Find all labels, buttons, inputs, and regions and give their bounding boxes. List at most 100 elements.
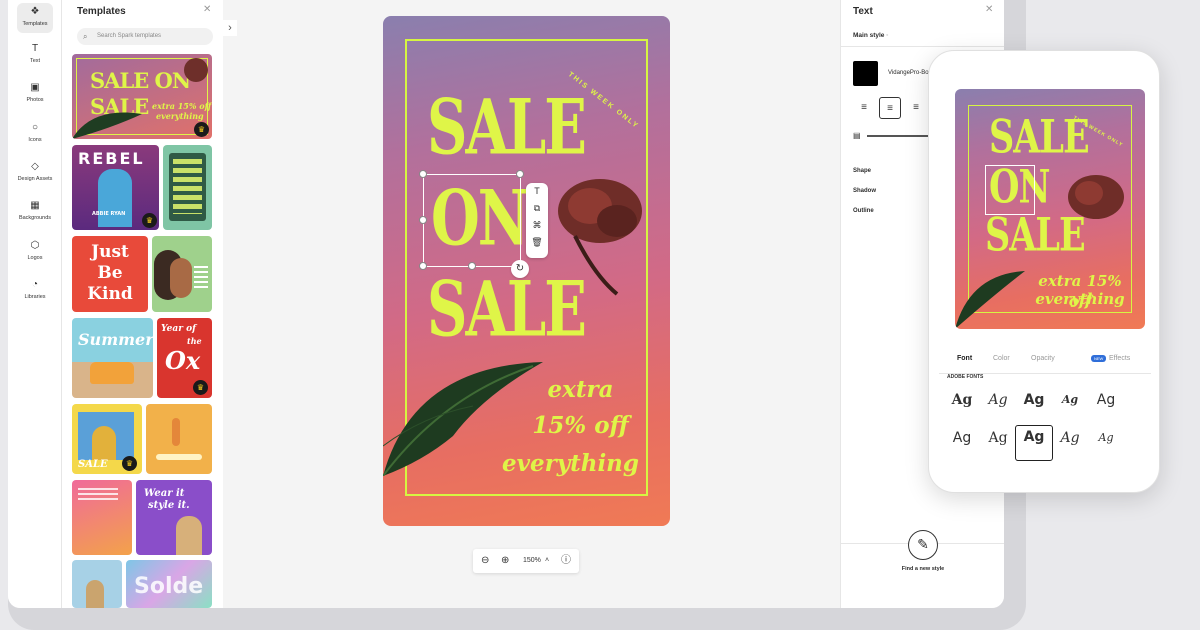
magic-wand-icon[interactable]: ✎	[908, 530, 938, 560]
left-rail: ❖ Templates T Text ▣ Photos ○ Icons ◇ De…	[8, 0, 62, 608]
template-tile-photo[interactable]	[72, 560, 122, 608]
font-option[interactable]: Ag	[1087, 389, 1125, 425]
search-input[interactable]: ⌕ Search Spark templates	[77, 28, 213, 45]
tile-title: Summer	[78, 330, 153, 349]
tab-font[interactable]: Font	[957, 355, 972, 362]
close-icon[interactable]: ✕	[203, 4, 211, 15]
font-name[interactable]: VidangePro-Bold	[888, 70, 933, 76]
template-tile-sale-yellow[interactable]: SALE ♛	[72, 404, 142, 474]
rail-item-label: Photos	[26, 97, 44, 103]
font-option[interactable]: Ag	[1051, 427, 1089, 463]
rail-item-label: Libraries	[24, 294, 46, 300]
font-option[interactable]: Ag	[979, 427, 1017, 463]
align-center-icon[interactable]: ≡	[879, 97, 901, 119]
duplicate-icon[interactable]: ⧉	[526, 200, 548, 217]
chevron-up-icon[interactable]: ˄	[545, 549, 549, 573]
design-poster[interactable]: THIS WEEK ONLY SALE ON SALE extra 15% of…	[383, 16, 670, 526]
tile-text-lines	[194, 266, 208, 288]
rail-item-text[interactable]: T Text	[8, 43, 62, 64]
subtext-line-2: everything	[1035, 290, 1125, 308]
template-tile-solde[interactable]: Solde	[126, 560, 212, 608]
rail-item-label: Templates	[22, 21, 48, 27]
template-tile-green[interactable]	[163, 145, 212, 230]
rail-item-photos[interactable]: ▣ Photos	[8, 82, 62, 103]
template-tile-just-be-kind[interactable]: Just Be Kind	[72, 236, 148, 312]
template-tile-summer[interactable]: Summer	[72, 318, 153, 398]
text-edit-icon[interactable]: T	[526, 183, 548, 200]
tile-artwork	[172, 418, 180, 446]
font-option[interactable]: Ag	[1015, 389, 1053, 425]
rotate-icon[interactable]: ↻	[511, 260, 529, 278]
leaf-illustration	[955, 271, 1025, 329]
tile-title: the	[187, 336, 202, 346]
subtext-line-2[interactable]: 15% off	[493, 408, 668, 444]
font-option[interactable]: Ag	[943, 427, 981, 463]
tile-name: ABBIE RYAN	[92, 211, 126, 217]
adobe-fonts-label: ADOBE FONTS	[947, 374, 984, 380]
font-option[interactable]: Ag	[943, 389, 981, 425]
resize-handle[interactable]	[419, 262, 427, 270]
van-illustration	[90, 362, 134, 384]
rail-item-templates[interactable]: ❖ Templates	[8, 3, 62, 33]
template-tile-gradient[interactable]	[72, 480, 132, 555]
rail-item-backgrounds[interactable]: ▦ Backgrounds	[8, 200, 62, 221]
rail-item-libraries[interactable]: ◔ Libraries	[8, 279, 62, 300]
phone-tabs: Font Color Opacity NEW Effects	[945, 351, 1145, 373]
template-tile-wear-it[interactable]: Wear it style it.	[136, 480, 212, 555]
font-option[interactable]: Ag	[979, 389, 1017, 425]
close-icon[interactable]: ✕	[985, 4, 993, 15]
text-color-swatch[interactable]	[853, 61, 878, 86]
subtext-line-3[interactable]: everything	[473, 446, 668, 482]
tile-title: Just	[91, 242, 129, 262]
new-badge: NEW	[1091, 355, 1107, 362]
tab-color[interactable]: Color	[993, 355, 1010, 362]
font-option-selected[interactable]: Ag	[1015, 425, 1053, 461]
template-tile-year-of-ox[interactable]: Year of the Ox ♛	[157, 318, 212, 398]
shadow-label[interactable]: Shadow	[853, 188, 876, 194]
tile-title: SALE ON	[90, 68, 191, 93]
device-frame: ❖ Templates T Text ▣ Photos ○ Icons ◇ De…	[8, 0, 1026, 630]
backgrounds-icon: ▦	[30, 200, 40, 211]
tab-effects[interactable]: Effects	[1109, 355, 1130, 362]
canvas-area: THIS WEEK ONLY SALE ON SALE extra 15% of…	[223, 0, 840, 608]
info-icon[interactable]: ⓘ	[561, 549, 571, 573]
main-style-label[interactable]: Main style ◦	[853, 32, 889, 39]
tile-title: style it.	[148, 500, 190, 511]
template-tile-sale-on-sale[interactable]: SALE ON SALE extra 15% off everything ♛	[72, 54, 212, 139]
rail-item-label: Text	[29, 58, 41, 64]
tile-title: REBEL	[78, 149, 145, 168]
resize-handle[interactable]	[516, 170, 524, 178]
template-tile-rebel[interactable]: REBEL ABBIE RYAN ♛	[72, 145, 159, 230]
template-tile-faces[interactable]	[152, 236, 212, 312]
zoom-out-icon[interactable]: ⊖	[481, 549, 489, 573]
headline-line-1[interactable]: SALE	[427, 90, 587, 166]
align-right-icon[interactable]: ≡	[905, 97, 927, 119]
premium-crown-icon: ♛	[193, 380, 208, 395]
resize-handle[interactable]	[419, 170, 427, 178]
arrange-icon[interactable]: ⌘	[526, 217, 548, 234]
phone-design-preview: THIS WEEK ONLY SALE ON SALE extra 15% of…	[955, 89, 1145, 329]
phone-mockup: THIS WEEK ONLY SALE ON SALE extra 15% of…	[928, 50, 1160, 493]
flower-illustration	[1068, 175, 1124, 219]
template-tile-orange[interactable]	[146, 404, 212, 474]
resize-handle[interactable]	[419, 216, 427, 224]
resize-handle[interactable]	[468, 262, 476, 270]
zoom-in-icon[interactable]: ⊕	[501, 549, 509, 573]
shape-label[interactable]: Shape	[853, 168, 871, 174]
outline-label[interactable]: Outline	[853, 208, 874, 214]
tile-title: Be	[97, 263, 123, 283]
tab-opacity[interactable]: Opacity	[1031, 355, 1055, 362]
zoom-level[interactable]: 150%	[523, 549, 541, 573]
rail-item-logos[interactable]: ⬡ Logos	[8, 240, 62, 261]
selection-box[interactable]	[419, 170, 524, 270]
delete-icon[interactable]: 🗑	[526, 234, 548, 251]
search-icon: ⌕	[83, 32, 88, 41]
subtext-line-1[interactable]: extra	[503, 372, 658, 408]
rail-item-icons[interactable]: ○ Icons	[8, 122, 62, 143]
align-left-icon[interactable]: ≡	[853, 97, 875, 119]
rail-item-design-assets[interactable]: ◇ Design Assets	[8, 161, 62, 182]
font-option[interactable]: Ag	[1051, 389, 1089, 425]
spark-editor-window: ❖ Templates T Text ▣ Photos ○ Icons ◇ De…	[8, 0, 1004, 608]
find-new-style-label[interactable]: Find a new style	[841, 566, 1004, 572]
font-option[interactable]: Ag	[1087, 427, 1125, 463]
